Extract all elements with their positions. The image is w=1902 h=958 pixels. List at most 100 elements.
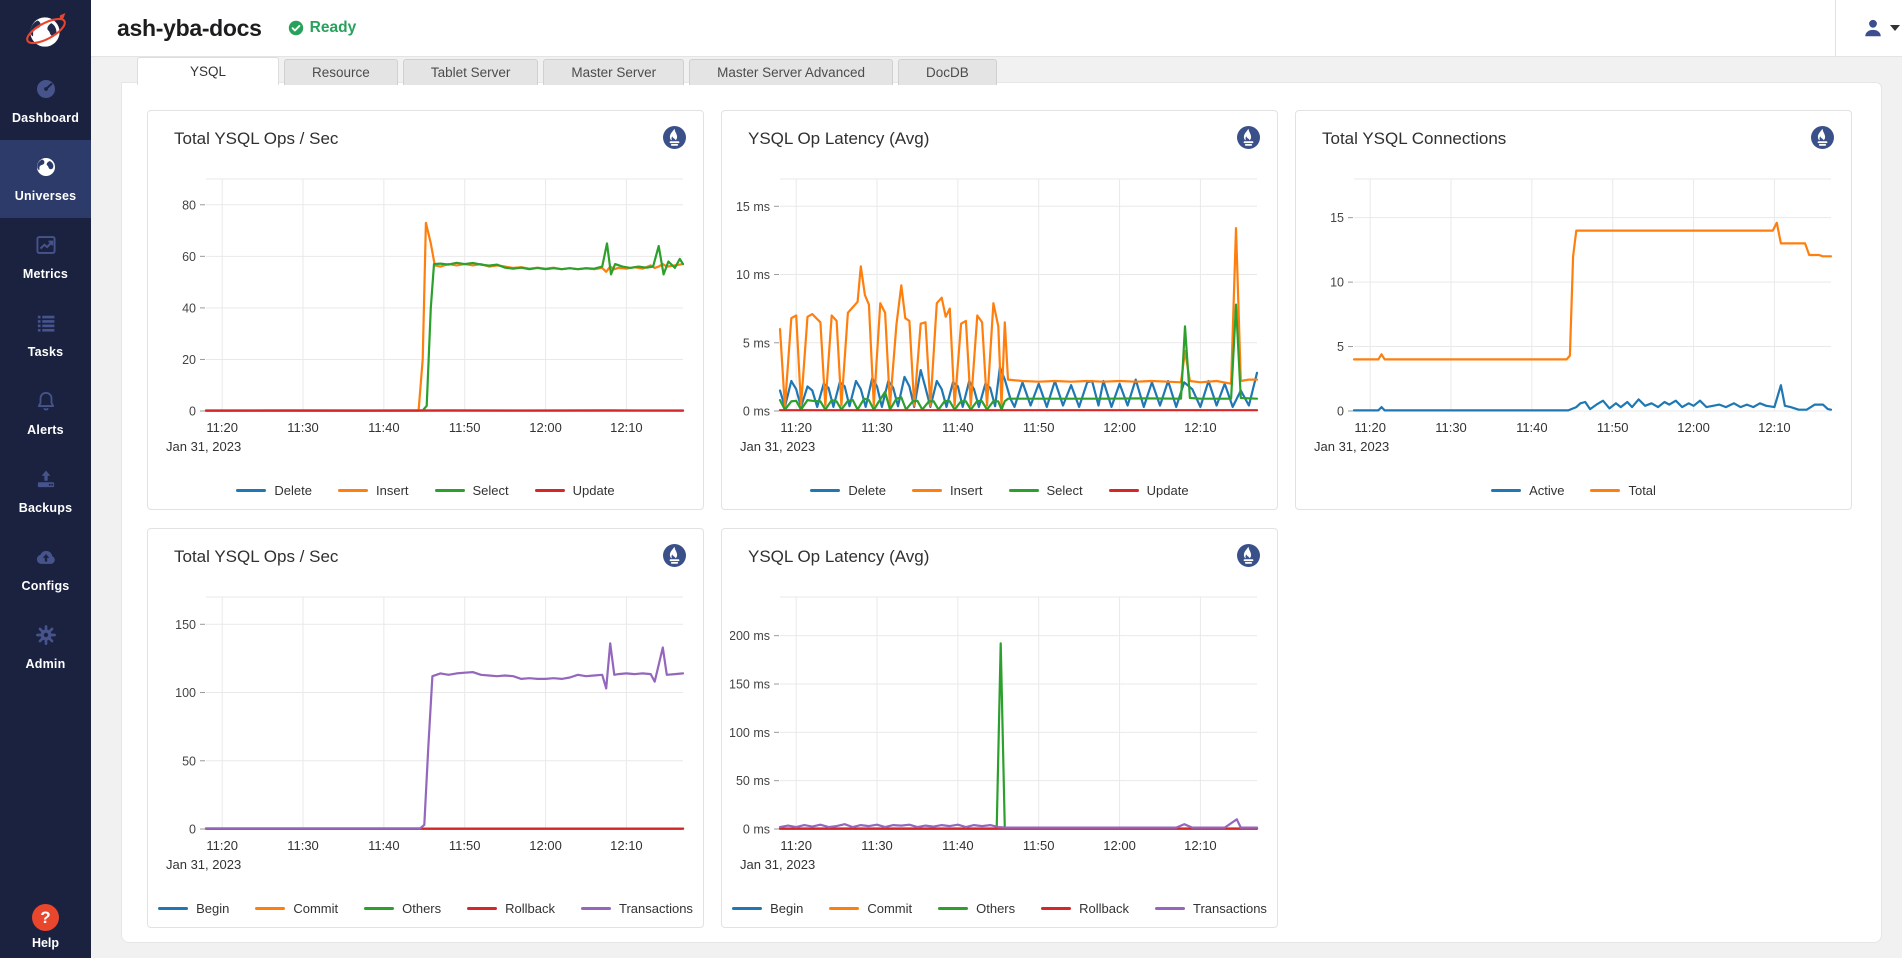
sidebar-item-metrics[interactable]: Metrics — [0, 218, 91, 296]
sidebar-item-admin[interactable]: Admin — [0, 608, 91, 686]
header: ash-yba-docs Ready — [91, 0, 1902, 57]
legend-line-swatch — [255, 907, 285, 910]
legend-item-rollback: Rollback — [467, 901, 555, 916]
sidebar-item-configs[interactable]: Configs — [0, 530, 91, 608]
svg-text:11:30: 11:30 — [287, 838, 319, 853]
user-icon — [1862, 17, 1884, 39]
prometheus-icon[interactable] — [1236, 543, 1261, 568]
svg-text:20: 20 — [182, 353, 196, 367]
globe-icon — [35, 156, 57, 183]
legend-item-transactions: Transactions — [1155, 901, 1267, 916]
metrics-panel: Total YSQL Ops / Sec02040608011:2011:301… — [121, 82, 1882, 943]
tab-ysql[interactable]: YSQL — [137, 57, 279, 85]
check-circle-icon — [288, 20, 304, 36]
svg-text:11:20: 11:20 — [206, 420, 238, 435]
tab-resource[interactable]: Resource — [284, 59, 398, 85]
chart-card: YSQL Op Latency (Avg)0 ms50 ms100 ms150 … — [721, 528, 1278, 928]
sidebar-item-universes[interactable]: Universes — [0, 140, 91, 218]
chart-card: YSQL Op Latency (Avg)0 ms5 ms10 ms15 ms1… — [721, 110, 1278, 510]
legend-item-commit: Commit — [829, 901, 912, 916]
svg-text:12:00: 12:00 — [1677, 420, 1710, 435]
legend-line-swatch — [236, 489, 266, 492]
sidebar-item-label: Backups — [19, 501, 73, 515]
tasks-icon — [35, 312, 57, 339]
legend-label: Update — [573, 483, 615, 498]
legend-item-rollback: Rollback — [1041, 901, 1129, 916]
svg-text:12:00: 12:00 — [1103, 838, 1136, 853]
chart-title: YSQL Op Latency (Avg) — [748, 547, 929, 567]
svg-text:50 ms: 50 ms — [736, 774, 770, 788]
series-line-insert — [780, 228, 1257, 407]
sidebar-item-tasks[interactable]: Tasks — [0, 296, 91, 374]
metrics-tabbar: YSQLResourceTablet ServerMaster ServerMa… — [137, 57, 997, 85]
svg-text:11:40: 11:40 — [1516, 420, 1548, 435]
legend-line-swatch — [1009, 489, 1039, 492]
sidebar-item-alerts[interactable]: Alerts — [0, 374, 91, 452]
svg-text:60: 60 — [182, 250, 196, 264]
svg-text:11:20: 11:20 — [206, 838, 238, 853]
legend-item-select: Select — [435, 483, 509, 498]
legend-label: Transactions — [1193, 901, 1267, 916]
tab-tablet-server[interactable]: Tablet Server — [403, 59, 539, 85]
chart-title: Total YSQL Ops / Sec — [174, 129, 338, 149]
prometheus-icon[interactable] — [662, 543, 687, 568]
tab-master-server[interactable]: Master Server — [543, 59, 684, 85]
tab-master-server-advanced[interactable]: Master Server Advanced — [689, 59, 893, 85]
legend-label: Update — [1147, 483, 1189, 498]
sidebar-item-dashboard[interactable]: Dashboard — [0, 62, 91, 140]
x-axis-date-label: Jan 31, 2023 — [166, 439, 241, 454]
svg-text:12:00: 12:00 — [1103, 420, 1136, 435]
tab-docdb[interactable]: DocDB — [898, 59, 997, 85]
x-axis-date-label: Jan 31, 2023 — [740, 439, 815, 454]
legend-label: Begin — [196, 901, 229, 916]
legend-label: Select — [473, 483, 509, 498]
chart-title: Total YSQL Connections — [1322, 129, 1506, 149]
sidebar: DashboardUniversesMetricsTasksAlerts Back… — [0, 0, 91, 958]
legend-item-begin: Begin — [158, 901, 229, 916]
series-line-others — [780, 643, 1257, 828]
legend-label: Insert — [950, 483, 983, 498]
svg-text:12:00: 12:00 — [529, 838, 562, 853]
prometheus-icon[interactable] — [1236, 125, 1261, 150]
svg-text:0: 0 — [1337, 405, 1344, 419]
x-axis-date-label: Jan 31, 2023 — [740, 857, 815, 872]
svg-text:150 ms: 150 ms — [730, 678, 770, 692]
legend-line-swatch — [581, 907, 611, 910]
sidebar-nav: DashboardUniversesMetricsTasksAlerts Back… — [0, 62, 91, 686]
legend-label: Rollback — [1079, 901, 1129, 916]
chart-card: Total YSQL Ops / Sec05010015011:2011:301… — [147, 528, 704, 928]
user-menu[interactable] — [1835, 0, 1902, 56]
x-axis-date-label: Jan 31, 2023 — [166, 857, 241, 872]
series-line-insert — [206, 223, 683, 411]
legend-line-swatch — [535, 489, 565, 492]
svg-text:11:20: 11:20 — [780, 838, 812, 853]
legend-item-transactions: Transactions — [581, 901, 693, 916]
legend-line-swatch — [435, 489, 465, 492]
sidebar-item-help[interactable]: ? Help — [0, 904, 91, 950]
svg-text:11:50: 11:50 — [1023, 420, 1055, 435]
universe-title: ash-yba-docs — [117, 15, 262, 42]
legend-line-swatch — [467, 907, 497, 910]
svg-text:11:40: 11:40 — [368, 838, 400, 853]
svg-text:100: 100 — [175, 686, 196, 700]
svg-text:12:10: 12:10 — [1184, 420, 1217, 435]
yugabyte-logo[interactable] — [0, 0, 91, 62]
legend-item-others: Others — [364, 901, 441, 916]
prometheus-icon[interactable] — [662, 125, 687, 150]
backup-icon — [35, 468, 57, 495]
svg-text:12:00: 12:00 — [529, 420, 562, 435]
legend-label: Begin — [770, 901, 803, 916]
svg-text:11:50: 11:50 — [449, 420, 481, 435]
chart-canvas: 05010015011:2011:3011:4011:5012:0012:10J… — [156, 587, 697, 879]
chart-title: YSQL Op Latency (Avg) — [748, 129, 929, 149]
svg-text:40: 40 — [182, 301, 196, 315]
legend-item-update: Update — [1109, 483, 1189, 498]
legend-line-swatch — [810, 489, 840, 492]
prometheus-icon[interactable] — [1810, 125, 1835, 150]
svg-text:15: 15 — [1330, 211, 1344, 225]
chart-canvas: 05101511:2011:3011:4011:5012:0012:10Jan … — [1304, 169, 1845, 461]
cloud-up-icon — [35, 546, 57, 573]
legend-item-insert: Insert — [338, 483, 409, 498]
svg-text:11:50: 11:50 — [1023, 838, 1055, 853]
sidebar-item-backups[interactable]: Backups — [0, 452, 91, 530]
